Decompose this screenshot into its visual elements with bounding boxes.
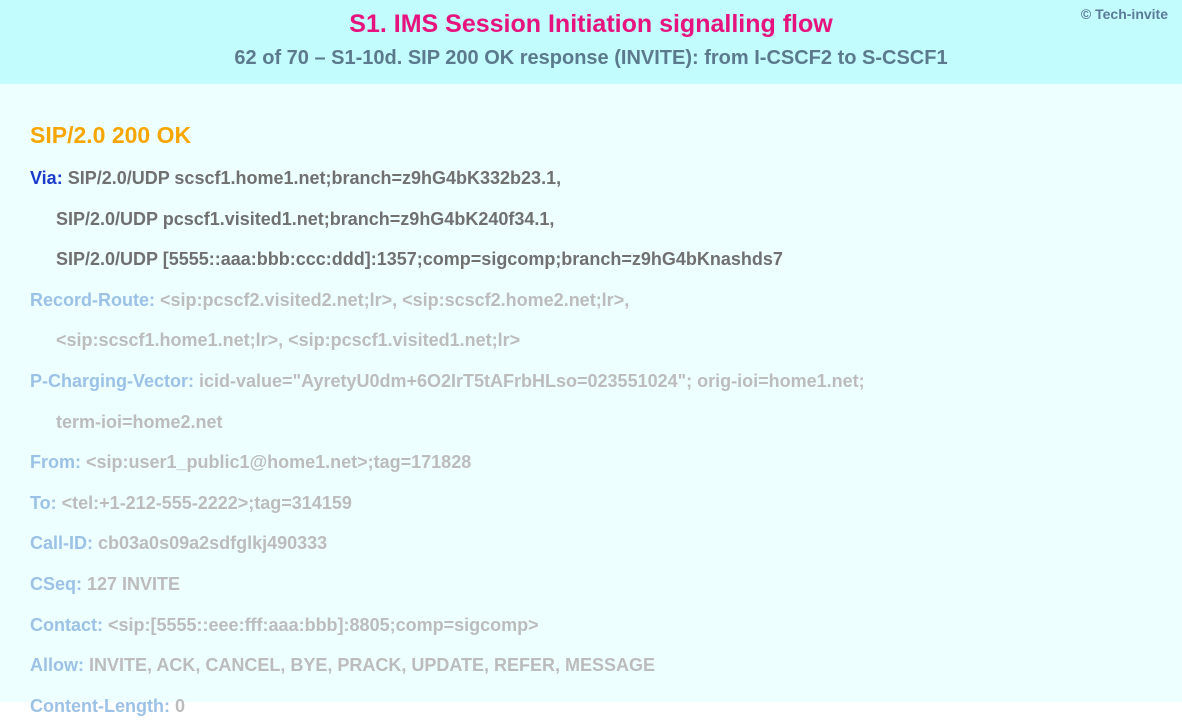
sip-message-body: SIP/2.0 200 OK Via: SIP/2.0/UDP scscf1.h… (0, 84, 1182, 702)
header-name-contact: Contact (30, 615, 97, 635)
via-continuation-2: SIP/2.0/UDP [5555::aaa:bbb:ccc:ddd]:1357… (30, 244, 1152, 275)
header-name-via: Via (30, 168, 57, 188)
record-route-continuation-1: <sip:scscf1.home1.net;lr>, <sip:pcscf1.v… (30, 325, 1152, 356)
allow-value: INVITE, ACK, CANCEL, BYE, PRACK, UPDATE,… (89, 655, 655, 675)
page-title: S1. IMS Session Initiation signalling fl… (18, 10, 1164, 39)
from-value: <sip:user1_public1@home1.net>;tag=171828 (86, 452, 471, 472)
header-name-from: From (30, 452, 75, 472)
sip-header-via: Via: SIP/2.0/UDP scscf1.home1.net;branch… (30, 163, 1152, 194)
pcv-value-0: icid-value="AyretyU0dm+6O2IrT5tAFrbHLso=… (199, 371, 865, 391)
cseq-value: 127 INVITE (87, 574, 180, 594)
record-route-value-0: <sip:pcscf2.visited2.net;lr>, <sip:scscf… (160, 290, 629, 310)
via-continuation-1: SIP/2.0/UDP pcscf1.visited1.net;branch=z… (30, 204, 1152, 235)
call-id-value: cb03a0s09a2sdfglkj490333 (98, 533, 327, 553)
page-subtitle: 62 of 70 – S1-10d. SIP 200 OK response (… (18, 47, 1164, 70)
to-value: <tel:+1-212-555-2222>;tag=314159 (62, 493, 352, 513)
content-length-value: 0 (175, 696, 185, 716)
header-name-call-id: Call-ID (30, 533, 87, 553)
header: © Tech-invite S1. IMS Session Initiation… (0, 0, 1182, 84)
copyright-text: © Tech-invite (1081, 6, 1168, 22)
sip-header-content-length: Content-Length: 0 (30, 691, 1152, 721)
via-value-0: SIP/2.0/UDP scscf1.home1.net;branch=z9hG… (68, 168, 561, 188)
header-name-p-charging-vector: P-Charging-Vector (30, 371, 188, 391)
pcv-continuation-1: term-ioi=home2.net (30, 407, 1152, 438)
header-name-allow: Allow (30, 655, 78, 675)
contact-value: <sip:[5555::eee:fff:aaa:bbb]:8805;comp=s… (108, 615, 539, 635)
sip-header-p-charging-vector: P-Charging-Vector: icid-value="AyretyU0d… (30, 366, 1152, 397)
sip-header-contact: Contact: <sip:[5555::eee:fff:aaa:bbb]:88… (30, 610, 1152, 641)
header-name-to: To (30, 493, 51, 513)
header-name-cseq: CSeq (30, 574, 76, 594)
sip-header-record-route: Record-Route: <sip:pcscf2.visited2.net;l… (30, 285, 1152, 316)
sip-header-from: From: <sip:user1_public1@home1.net>;tag=… (30, 447, 1152, 478)
sip-status-line: SIP/2.0 200 OK (30, 122, 1152, 149)
sip-header-allow: Allow: INVITE, ACK, CANCEL, BYE, PRACK, … (30, 650, 1152, 681)
header-name-record-route: Record-Route (30, 290, 149, 310)
sip-header-cseq: CSeq: 127 INVITE (30, 569, 1152, 600)
sip-header-call-id: Call-ID: cb03a0s09a2sdfglkj490333 (30, 528, 1152, 559)
sip-header-to: To: <tel:+1-212-555-2222>;tag=314159 (30, 488, 1152, 519)
header-name-content-length: Content-Length (30, 696, 164, 716)
